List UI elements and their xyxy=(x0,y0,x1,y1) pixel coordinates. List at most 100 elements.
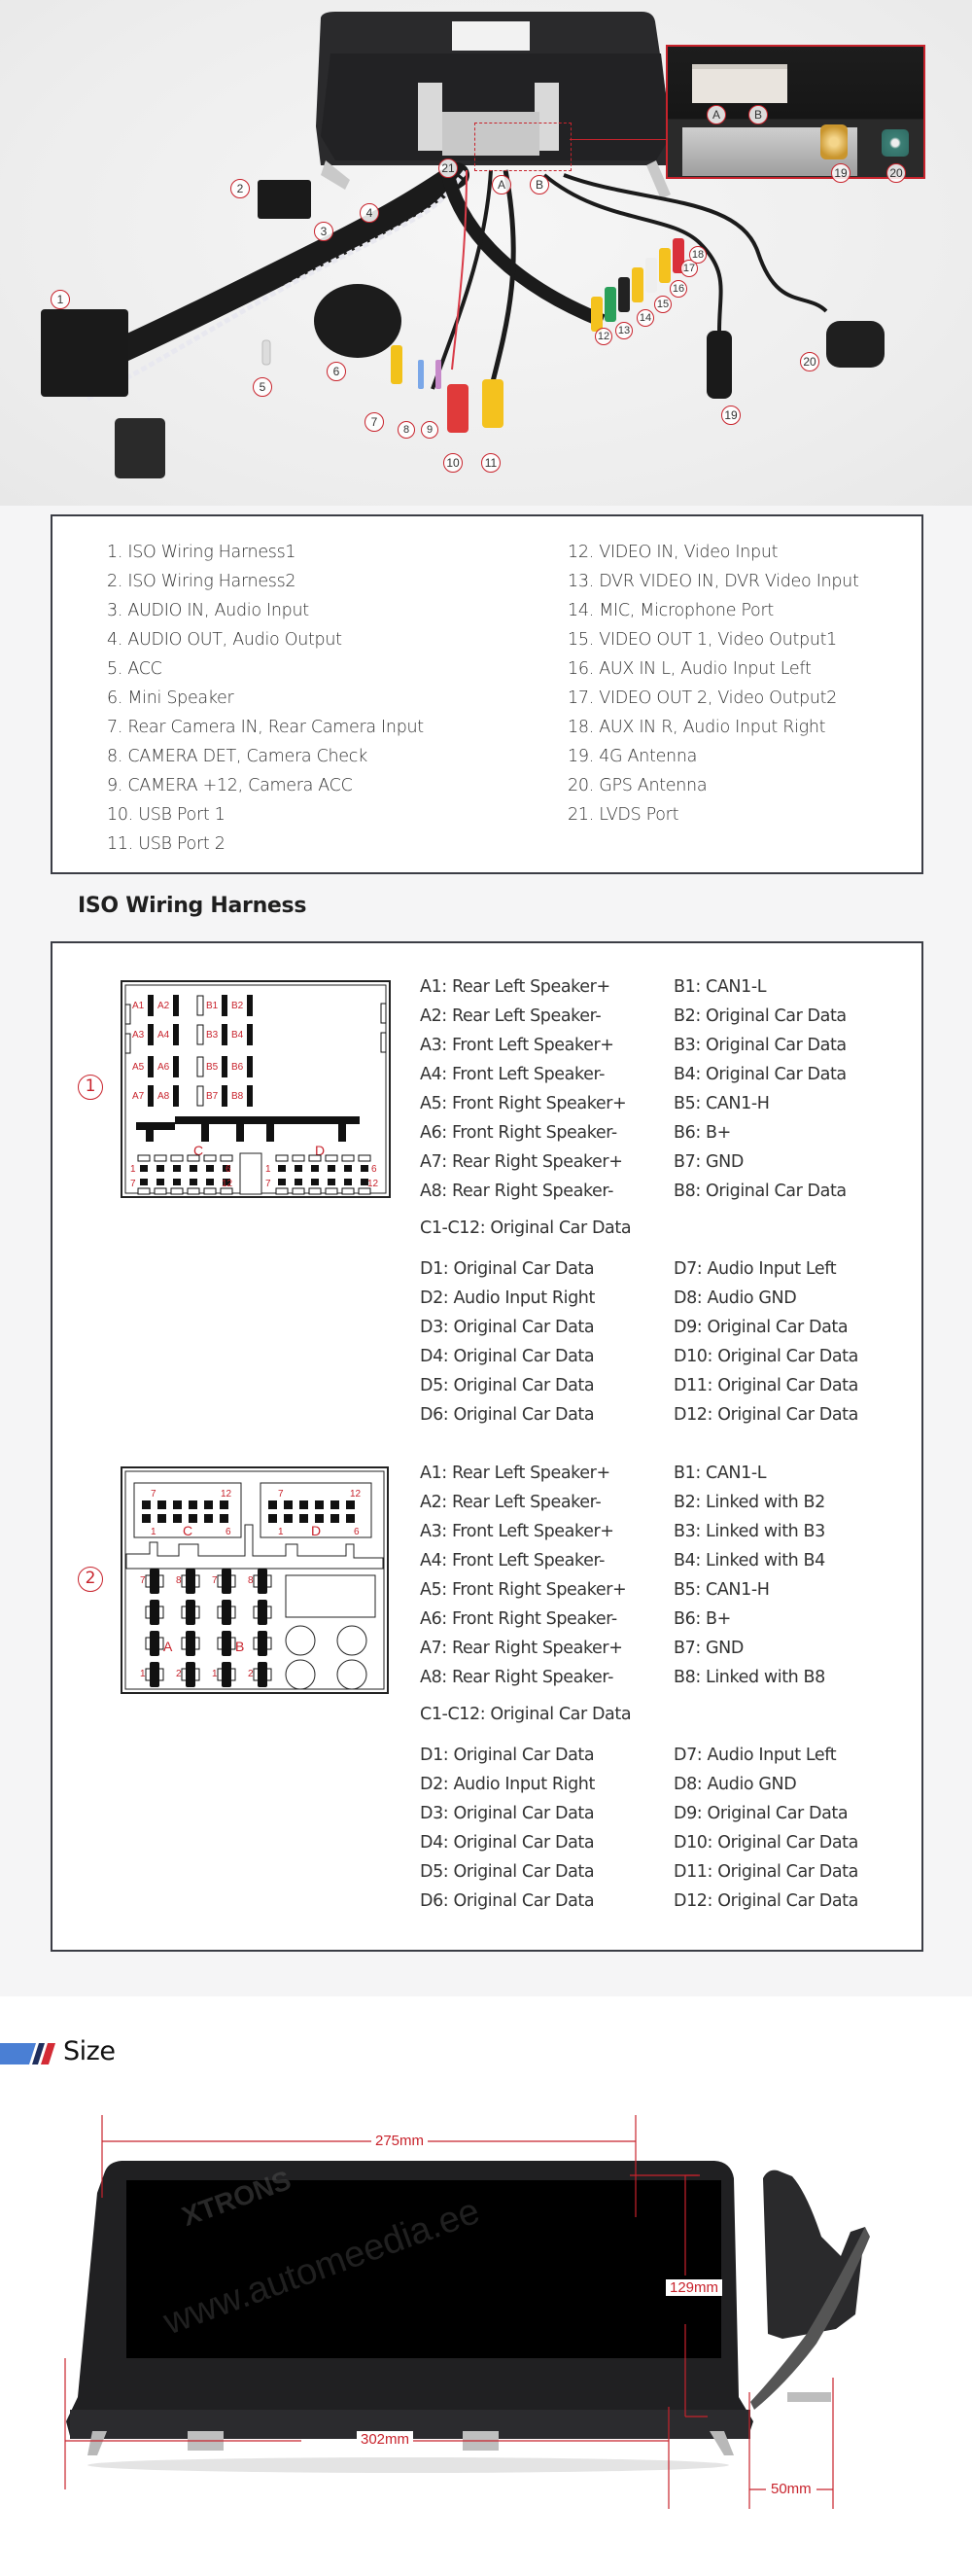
pin-number-label: 8 xyxy=(248,1575,254,1586)
pin-row: A7: Rear Right Speaker+ xyxy=(420,1639,623,1658)
pin-slot xyxy=(325,1187,338,1195)
antenna-gps xyxy=(826,321,885,368)
pin-slot xyxy=(292,1187,305,1195)
rca-dvr-video-in xyxy=(605,287,616,322)
side-view-unit xyxy=(763,2170,865,2339)
pin xyxy=(268,1514,277,1523)
a-pin-label: A5 xyxy=(132,1062,145,1073)
pin-row: D2: Audio Input Right xyxy=(420,1775,595,1794)
latch xyxy=(380,1032,387,1053)
connector-2-d-pins-right: D7: Audio Input Left D8: Audio GND D9: O… xyxy=(674,1741,858,1916)
usb-cable xyxy=(483,169,516,409)
pin-number-label: 8 xyxy=(176,1575,182,1586)
pin-row: D7: Audio Input Left xyxy=(674,1746,837,1765)
row-label: 12 xyxy=(367,1179,379,1189)
legend-item: 16. AUX IN L, Audio Input Left xyxy=(568,659,812,679)
b-pin-label: B1 xyxy=(206,1001,219,1011)
pin-number-label: 7 xyxy=(140,1575,146,1586)
pin-slot xyxy=(220,1154,233,1162)
row-label: 1 xyxy=(265,1164,271,1175)
b-pin xyxy=(222,995,227,1016)
pin-row: B8: Original Car Data xyxy=(674,1182,847,1201)
pin-row: B2: Linked with B2 xyxy=(674,1493,825,1512)
size-diagram xyxy=(64,2115,870,2509)
legend-item: 6. Mini Speaker xyxy=(107,688,234,708)
b-pin xyxy=(222,1056,227,1077)
pin-slot xyxy=(137,1154,151,1162)
front-view-screen xyxy=(126,2180,721,2358)
pin-row: D8: Audio GND xyxy=(674,1775,797,1794)
row-label: 12 xyxy=(221,1489,232,1500)
pin xyxy=(315,1514,324,1523)
pin xyxy=(278,1179,286,1185)
side-view-foot xyxy=(787,2392,831,2402)
pin-row: D4: Original Car Data xyxy=(420,1833,595,1853)
legend-column-right: 12. VIDEO IN, Video Input 13. DVR VIDEO … xyxy=(568,538,859,829)
pin xyxy=(284,1500,293,1509)
group-c-label: C xyxy=(183,1523,192,1538)
pin xyxy=(284,1514,293,1523)
pin-row: A2: Rear Left Speaker- xyxy=(420,1493,602,1512)
pin-row: D3: Original Car Data xyxy=(420,1804,595,1823)
group-a-label: A xyxy=(163,1639,173,1654)
mini-speaker xyxy=(314,284,401,358)
callout-20: 20 xyxy=(800,352,819,371)
pin-row: D7: Audio Input Left xyxy=(674,1259,837,1279)
a-pin xyxy=(173,1056,179,1077)
pin xyxy=(190,1165,197,1172)
latch xyxy=(380,1003,387,1024)
a-pin xyxy=(148,1056,154,1077)
a-pin xyxy=(173,1085,179,1107)
b-pin-label: B3 xyxy=(206,1030,219,1041)
antenna-cable-gps xyxy=(563,173,828,313)
size-header-stripe-icon xyxy=(0,2043,55,2064)
connector-highlight-box xyxy=(474,123,572,171)
rca-harness-cable xyxy=(440,168,606,328)
row-label: 12 xyxy=(222,1179,233,1189)
a-pin xyxy=(173,1024,179,1045)
pin-row: A1: Rear Left Speaker+ xyxy=(420,1464,610,1483)
a-pin-label: A8 xyxy=(157,1091,170,1102)
connector-1-a-pins: A1: Rear Left Speaker+ A2: Rear Left Spe… xyxy=(420,972,632,1243)
b-pin-slot xyxy=(196,1024,204,1045)
pin-slot xyxy=(275,1154,289,1162)
callout-19: 19 xyxy=(721,406,741,425)
callout-12: 12 xyxy=(595,328,612,345)
iso-connector-2 xyxy=(258,180,311,219)
pin-row: B8: Linked with B8 xyxy=(674,1668,825,1687)
legend-item: 18. AUX IN R, Audio Input Right xyxy=(568,718,826,737)
pin-row: B6: B+ xyxy=(674,1123,731,1143)
pin xyxy=(156,1179,164,1185)
connector-1-b-pins: B1: CAN1-L B2: Original Car Data B3: Ori… xyxy=(674,972,847,1206)
inset-callout-a: A xyxy=(707,105,726,124)
round-hole xyxy=(285,1625,316,1656)
pin-row: A6: Front Right Speaker- xyxy=(420,1609,617,1629)
pin-slot xyxy=(358,1154,371,1162)
pin-slot xyxy=(325,1154,338,1162)
pin-row: D1: Original Car Data xyxy=(420,1259,595,1279)
b-pin xyxy=(247,1024,253,1045)
pin xyxy=(328,1179,335,1185)
pin-slot xyxy=(170,1187,184,1195)
group-b-label: B xyxy=(235,1639,244,1654)
row-label: 7 xyxy=(278,1489,284,1500)
shadow xyxy=(87,2457,729,2473)
connector-2-d-pins-left: D1: Original Car Data D2: Audio Input Ri… xyxy=(420,1741,595,1916)
pin xyxy=(311,1165,319,1172)
pin xyxy=(150,1600,159,1625)
device-label-sticker xyxy=(452,21,530,51)
a-pin-label: A3 xyxy=(132,1030,145,1041)
pin xyxy=(142,1500,151,1509)
pin xyxy=(330,1514,339,1523)
pin-row: A5: Front Right Speaker+ xyxy=(420,1580,627,1600)
legend-item: 12. VIDEO IN, Video Input xyxy=(568,543,779,562)
pin xyxy=(157,1500,166,1509)
pin xyxy=(258,1600,267,1625)
pin xyxy=(186,1662,195,1687)
callout-16: 16 xyxy=(670,280,687,298)
b-pin-label: B7 xyxy=(206,1091,219,1102)
pin-row: B1: CAN1-L xyxy=(674,977,767,997)
row-label: 6 xyxy=(226,1164,231,1175)
row-label: 6 xyxy=(371,1164,377,1175)
rca-video-out-1 xyxy=(632,267,643,302)
